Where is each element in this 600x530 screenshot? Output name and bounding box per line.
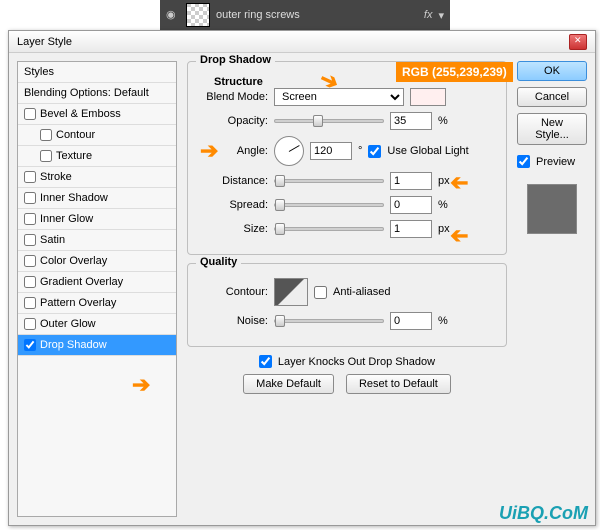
sidebar-item-drop-shadow[interactable]: Drop Shadow xyxy=(18,335,176,356)
sidebar-item-stroke[interactable]: Stroke xyxy=(18,167,176,188)
sidebar-item-bevel[interactable]: Bevel & Emboss xyxy=(18,104,176,125)
titlebar: Layer Style xyxy=(9,31,595,53)
global-light-label: Use Global Light xyxy=(387,145,468,157)
global-light-checkbox[interactable] xyxy=(368,145,381,158)
layer-thumbnail[interactable] xyxy=(186,3,210,27)
styles-sidebar: Styles Blending Options: Default Bevel &… xyxy=(17,61,177,517)
make-default-button[interactable]: Make Default xyxy=(243,374,334,394)
reset-default-button[interactable]: Reset to Default xyxy=(346,374,451,394)
sidebar-item-inner-glow[interactable]: Inner Glow xyxy=(18,209,176,230)
sidebar-item-outer-glow[interactable]: Outer Glow xyxy=(18,314,176,335)
checkbox[interactable] xyxy=(24,192,36,204)
preview-swatch xyxy=(527,184,577,234)
visibility-icon[interactable]: ◉ xyxy=(166,8,180,22)
noise-slider[interactable] xyxy=(274,319,384,323)
opacity-label: Opacity: xyxy=(198,115,268,127)
noise-input[interactable] xyxy=(390,312,432,330)
contour-picker[interactable] xyxy=(274,278,308,306)
sidebar-item-blending[interactable]: Blending Options: Default xyxy=(18,83,176,104)
layers-panel: ◉ outer ring screws fx ▾ xyxy=(160,0,450,30)
sidebar-item-inner-shadow[interactable]: Inner Shadow xyxy=(18,188,176,209)
layer-style-dialog: Layer Style Styles Blending Options: Def… xyxy=(8,30,596,526)
checkbox[interactable] xyxy=(40,150,52,162)
angle-dial[interactable] xyxy=(274,136,304,166)
contour-label: Contour: xyxy=(198,286,268,298)
opacity-unit: % xyxy=(438,115,448,127)
checkbox[interactable] xyxy=(24,276,36,288)
blend-mode-label: Blend Mode: xyxy=(198,91,268,103)
size-slider[interactable] xyxy=(274,227,384,231)
size-unit: px xyxy=(438,223,450,235)
checkbox[interactable] xyxy=(24,234,36,246)
preview-label: Preview xyxy=(536,156,575,168)
checkbox[interactable] xyxy=(24,297,36,309)
opacity-slider[interactable] xyxy=(274,119,384,123)
quality-title: Quality xyxy=(196,256,241,268)
main-panel: Drop Shadow Structure Blend Mode: Screen… xyxy=(187,61,507,517)
sidebar-item-texture[interactable]: Texture xyxy=(18,146,176,167)
sidebar-item-pattern-overlay[interactable]: Pattern Overlay xyxy=(18,293,176,314)
checkbox[interactable] xyxy=(24,255,36,267)
group-subtitle: Structure xyxy=(210,76,267,88)
checkbox[interactable] xyxy=(24,171,36,183)
shadow-color-swatch[interactable] xyxy=(410,88,446,106)
quality-group: Quality Contour: Anti-aliased Noise: % xyxy=(187,263,507,347)
rgb-annotation: RGB (255,239,239) xyxy=(396,62,513,82)
noise-label: Noise: xyxy=(198,315,268,327)
blend-mode-select[interactable]: Screen xyxy=(274,88,404,106)
spread-unit: % xyxy=(438,199,448,211)
preview-checkbox[interactable] xyxy=(517,155,530,168)
right-column: OK Cancel New Style... Preview xyxy=(517,61,587,517)
checkbox[interactable] xyxy=(40,129,52,141)
watermark: UiBQ.CoM xyxy=(499,503,588,524)
cancel-button[interactable]: Cancel xyxy=(517,87,587,107)
distance-slider[interactable] xyxy=(274,179,384,183)
close-icon[interactable] xyxy=(569,34,587,50)
antialiased-checkbox[interactable] xyxy=(314,286,327,299)
sidebar-item-gradient-overlay[interactable]: Gradient Overlay xyxy=(18,272,176,293)
spread-input[interactable] xyxy=(390,196,432,214)
sidebar-item-styles[interactable]: Styles xyxy=(18,62,176,83)
group-title: Drop Shadow xyxy=(196,54,275,66)
angle-unit: ° xyxy=(358,145,362,157)
dialog-title: Layer Style xyxy=(17,36,72,48)
checkbox[interactable] xyxy=(24,213,36,225)
checkbox[interactable] xyxy=(24,339,36,351)
distance-label: Distance: xyxy=(198,175,268,187)
sidebar-item-satin[interactable]: Satin xyxy=(18,230,176,251)
spread-slider[interactable] xyxy=(274,203,384,207)
knockout-checkbox[interactable] xyxy=(259,355,272,368)
distance-input[interactable] xyxy=(390,172,432,190)
angle-input[interactable] xyxy=(310,142,352,160)
size-input[interactable] xyxy=(390,220,432,238)
opacity-input[interactable] xyxy=(390,112,432,130)
antialiased-label: Anti-aliased xyxy=(333,286,390,298)
knockout-label: Layer Knocks Out Drop Shadow xyxy=(278,356,435,368)
ok-button[interactable]: OK xyxy=(517,61,587,81)
sidebar-item-color-overlay[interactable]: Color Overlay xyxy=(18,251,176,272)
new-style-button[interactable]: New Style... xyxy=(517,113,587,145)
distance-unit: px xyxy=(438,175,450,187)
sidebar-item-contour[interactable]: Contour xyxy=(18,125,176,146)
noise-unit: % xyxy=(438,315,448,327)
layer-name[interactable]: outer ring screws xyxy=(216,9,418,21)
chevron-down-icon[interactable]: ▾ xyxy=(438,9,444,22)
checkbox[interactable] xyxy=(24,318,36,330)
checkbox[interactable] xyxy=(24,108,36,120)
fx-badge[interactable]: fx xyxy=(424,9,433,21)
angle-label: Angle: xyxy=(198,145,268,157)
spread-label: Spread: xyxy=(198,199,268,211)
structure-group: Drop Shadow Structure Blend Mode: Screen… xyxy=(187,61,507,255)
size-label: Size: xyxy=(198,223,268,235)
